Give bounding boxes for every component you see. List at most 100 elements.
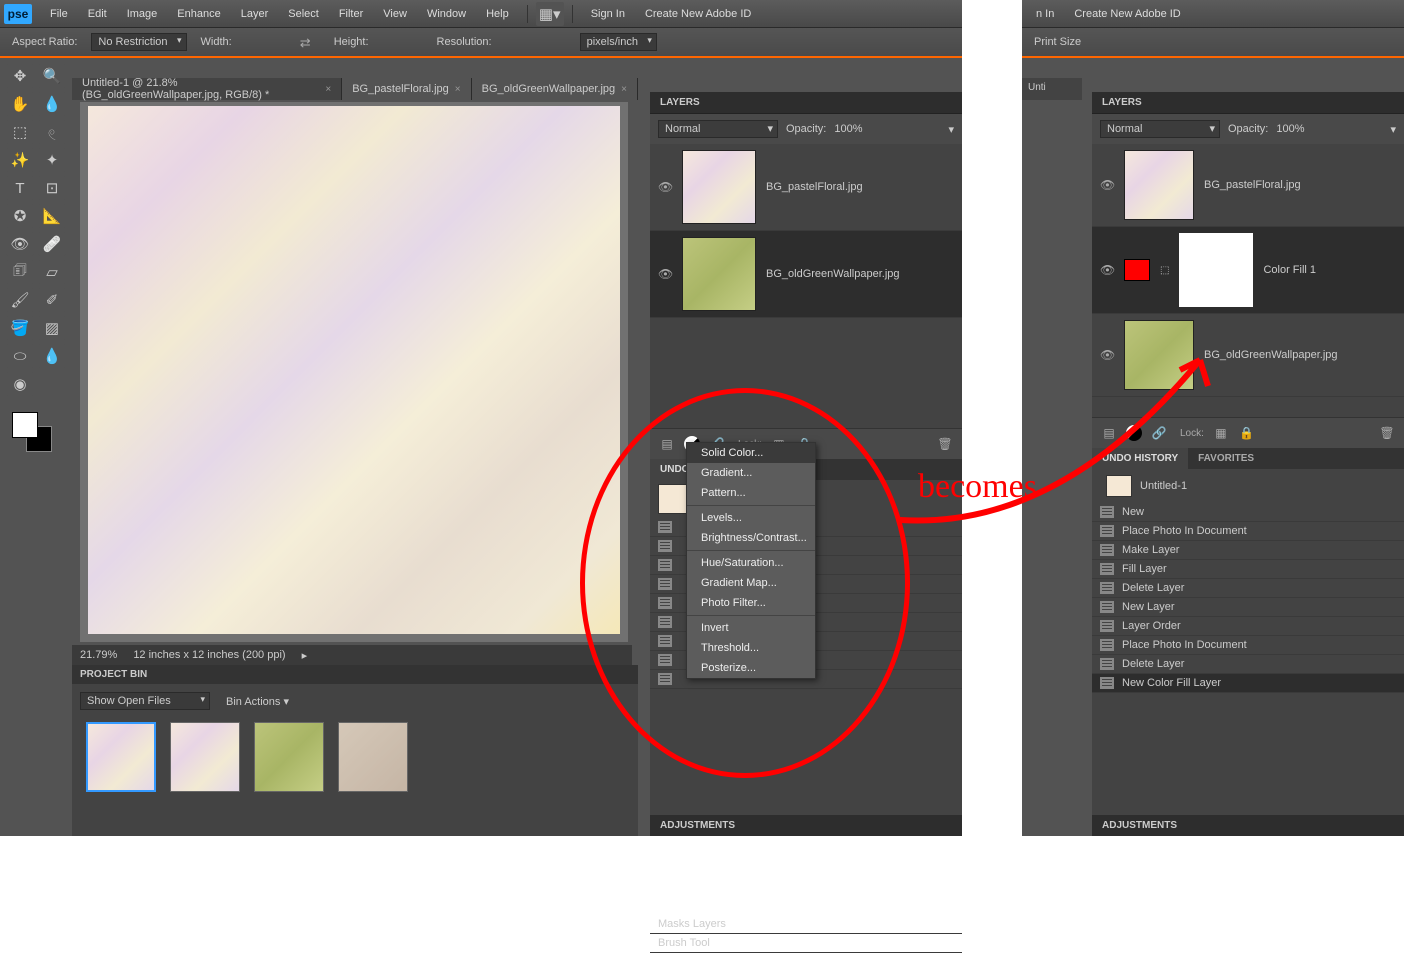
layer-row-colorfill[interactable]: 👁 ⬚ Color Fill 1	[1092, 227, 1404, 314]
opacity-value[interactable]: 100%	[1276, 123, 1304, 135]
layer-name[interactable]: BG_oldGreenWallpaper.jpg	[1204, 349, 1338, 361]
history-item[interactable]: Layer Order	[1092, 617, 1404, 636]
menu-enhance[interactable]: Enhance	[167, 4, 230, 24]
layer-thumbnail[interactable]	[682, 237, 756, 311]
text-tool-icon[interactable]: T	[6, 176, 34, 200]
menu-item-levels[interactable]: Levels...	[687, 508, 815, 528]
canvas-area[interactable]	[80, 102, 628, 642]
menu-view[interactable]: View	[373, 4, 417, 24]
brush-tool-icon[interactable]: 🖌	[6, 288, 34, 312]
eyedropper-tool-icon[interactable]: 💧	[38, 92, 66, 116]
layer-mask-thumbnail[interactable]	[1179, 233, 1253, 307]
layer-row[interactable]: 👁 BG_pastelFloral.jpg	[650, 144, 962, 231]
bin-actions-menu[interactable]: Bin Actions ▾	[226, 695, 289, 708]
opacity-dropdown-icon[interactable]: ▾	[948, 123, 954, 136]
document-tab-3[interactable]: BG_oldGreenWallpaper.jpg×	[472, 78, 638, 100]
shape-tool-icon[interactable]: ⬭	[6, 344, 34, 368]
arrange-icon[interactable]: ▦▾	[536, 2, 564, 26]
menu-select[interactable]: Select	[278, 4, 329, 24]
visibility-icon[interactable]: 👁	[1100, 348, 1114, 362]
print-size-label[interactable]: Print Size	[1034, 36, 1081, 48]
swap-dimensions-icon[interactable]: ⇄	[300, 35, 320, 49]
visibility-icon[interactable]: 👁	[1100, 263, 1114, 277]
bin-thumbnail-1[interactable]	[86, 722, 156, 792]
bin-thumbnail-4[interactable]	[338, 722, 408, 792]
history-item[interactable]: Masks Layers	[650, 915, 962, 934]
sign-in-link[interactable]: n In	[1026, 4, 1064, 24]
aspect-ratio-select[interactable]: No Restriction	[91, 33, 186, 51]
status-menu-icon[interactable]: ▸	[302, 649, 308, 662]
history-item[interactable]: Place Photo In Document	[1092, 636, 1404, 655]
document-tab-small[interactable]: Unti	[1022, 78, 1082, 100]
sponge-tool-icon[interactable]: ◉	[6, 372, 34, 396]
menu-window[interactable]: Window	[417, 4, 476, 24]
move-tool-icon[interactable]: ✥	[6, 64, 34, 88]
menu-help[interactable]: Help	[476, 4, 519, 24]
adjustments-panel-header[interactable]: ADJUSTMENTS	[650, 815, 962, 836]
layer-thumbnail[interactable]	[1124, 320, 1194, 390]
color-swatches[interactable]	[12, 412, 52, 452]
menu-item-posterize[interactable]: Posterize...	[687, 658, 815, 678]
eraser-tool-icon[interactable]: ▱	[38, 260, 66, 284]
adjustments-panel-header[interactable]: ADJUSTMENTS	[1092, 815, 1404, 836]
layer-row[interactable]: 👁 BG_pastelFloral.jpg	[1092, 144, 1404, 227]
close-tab-icon[interactable]: ×	[455, 84, 461, 95]
menu-filter[interactable]: Filter	[329, 4, 373, 24]
close-tab-icon[interactable]: ×	[325, 84, 331, 95]
lock-pixels-icon[interactable]: ▦	[1212, 424, 1230, 442]
cookie-cutter-tool-icon[interactable]: ✪	[6, 204, 34, 228]
document-tab-1[interactable]: Untitled-1 @ 21.8% (BG_oldGreenWallpaper…	[72, 78, 342, 100]
history-item[interactable]: New	[1092, 503, 1404, 522]
show-files-select[interactable]: Show Open Files	[80, 692, 210, 710]
menu-item-pattern[interactable]: Pattern...	[687, 483, 815, 503]
new-layer-icon[interactable]: ▤	[658, 435, 676, 453]
menu-item-solid-color[interactable]: Solid Color...	[687, 443, 815, 463]
magic-wand-tool-icon[interactable]: ✨	[6, 148, 34, 172]
menu-image[interactable]: Image	[117, 4, 168, 24]
visibility-icon[interactable]: 👁	[658, 180, 672, 194]
resolution-unit-select[interactable]: pixels/inch	[580, 33, 657, 51]
fill-color-swatch[interactable]	[1124, 259, 1150, 281]
delete-layer-icon[interactable]: 🗑	[1378, 424, 1396, 442]
menu-item-hue-saturation[interactable]: Hue/Saturation...	[687, 553, 815, 573]
menu-item-brightness-contrast[interactable]: Brightness/Contrast...	[687, 528, 815, 548]
lock-all-icon[interactable]: 🔒	[1238, 424, 1256, 442]
history-item[interactable]: New Color Fill Layer	[1092, 674, 1404, 693]
history-item[interactable]: Fill Layer	[1092, 560, 1404, 579]
create-adobe-id-link[interactable]: Create New Adobe ID	[1064, 4, 1190, 24]
document-tab-2[interactable]: BG_pastelFloral.jpg×	[342, 78, 471, 100]
delete-layer-icon[interactable]: 🗑	[936, 435, 954, 453]
create-adobe-id-link[interactable]: Create New Adobe ID	[635, 4, 761, 24]
new-layer-icon[interactable]: ▤	[1100, 424, 1118, 442]
menu-item-gradient[interactable]: Gradient...	[687, 463, 815, 483]
bin-thumbnail-3[interactable]	[254, 722, 324, 792]
layer-row[interactable]: 👁 BG_oldGreenWallpaper.jpg	[1092, 314, 1404, 397]
blend-mode-select[interactable]: Normal	[658, 120, 778, 138]
layer-name[interactable]: BG_pastelFloral.jpg	[766, 181, 863, 193]
menu-layer[interactable]: Layer	[231, 4, 279, 24]
menu-item-gradient-map[interactable]: Gradient Map...	[687, 573, 815, 593]
opacity-value[interactable]: 100%	[834, 123, 862, 135]
history-item[interactable]: Place Photo In Document	[1092, 522, 1404, 541]
redeye-tool-icon[interactable]: 👁	[6, 232, 34, 256]
gradient-tool-icon[interactable]: ▨	[38, 316, 66, 340]
undo-history-tab[interactable]: UNDO HISTORY	[1092, 448, 1188, 469]
zoom-tool-icon[interactable]: 🔍	[38, 64, 66, 88]
favorites-tab[interactable]: FAVORITES	[1188, 448, 1264, 469]
healing-tool-icon[interactable]: 🩹	[38, 232, 66, 256]
menu-edit[interactable]: Edit	[78, 4, 117, 24]
menu-item-photo-filter[interactable]: Photo Filter...	[687, 593, 815, 613]
menu-item-threshold[interactable]: Threshold...	[687, 638, 815, 658]
lasso-tool-icon[interactable]: 𓏲	[38, 120, 66, 144]
menu-item-invert[interactable]: Invert	[687, 618, 815, 638]
straighten-tool-icon[interactable]: 📐	[38, 204, 66, 228]
bucket-tool-icon[interactable]: 🪣	[6, 316, 34, 340]
blur-tool-icon[interactable]: 💧	[38, 344, 66, 368]
link-layers-icon[interactable]: 🔗	[1150, 424, 1168, 442]
layer-thumbnail[interactable]	[682, 150, 756, 224]
visibility-icon[interactable]: 👁	[658, 267, 672, 281]
clone-tool-icon[interactable]: 🗊	[6, 260, 34, 284]
crop-tool-icon[interactable]: ⊡	[38, 176, 66, 200]
hand-tool-icon[interactable]: ✋	[6, 92, 34, 116]
marquee-tool-icon[interactable]: ⬚	[6, 120, 34, 144]
